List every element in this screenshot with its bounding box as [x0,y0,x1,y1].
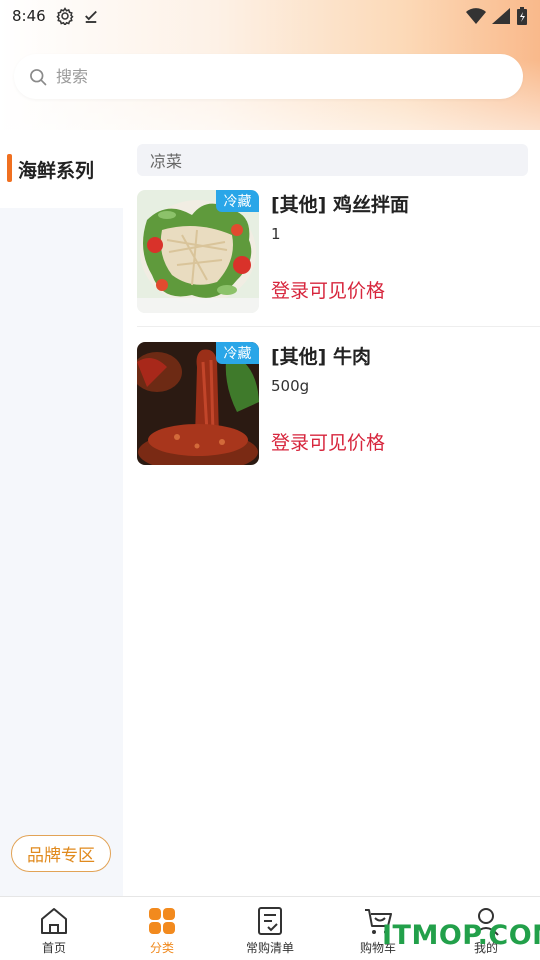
search-input[interactable] [56,67,456,86]
product-item[interactable]: 冷藏 [其他] 鸡丝拌面 1 登录可见价格 [137,190,540,313]
product-name[interactable]: [其他] 牛肉 [271,342,371,369]
storage-tag: 冷藏 [216,190,259,212]
product-spec: 500g [271,377,310,395]
status-bar: 8:46 [0,0,540,32]
category-icon [149,908,175,934]
product-image[interactable]: 冷藏 [137,342,259,465]
battery-icon [517,7,527,25]
brand-zone-button[interactable]: 品牌专区 [11,835,111,872]
download-done-icon [84,10,97,23]
signal-icon [492,8,510,24]
status-time: 8:46 [12,7,46,25]
storage-tag: 冷藏 [216,342,259,364]
nav-label: 常购清单 [245,941,294,955]
nav-label: 首页 [41,941,66,955]
nav-category[interactable]: 分类 [108,897,216,960]
sidebar-item-seafood[interactable]: 海鲜系列 [0,130,123,208]
category-sidebar: 海鲜系列 品牌专区 [0,130,123,896]
product-name[interactable]: [其他] 鸡丝拌面 [271,190,409,217]
nav-home[interactable]: 首页 [0,897,108,960]
product-image[interactable]: 冷藏 [137,190,259,313]
category-header: 凉菜 [137,144,528,176]
home-icon [41,908,67,934]
nav-frequent-list[interactable]: 常购清单 [216,897,324,960]
status-icons [466,7,528,25]
search-bar[interactable] [14,54,523,99]
wifi-icon [466,8,486,24]
active-indicator [7,154,12,182]
product-list: 凉菜 冷藏 [其他] 鸡丝拌面 1 登录可见价格 冷藏 [其他] 牛肉 500g… [123,130,540,896]
divider [137,326,540,327]
product-price[interactable]: 登录可见价格 [271,276,385,303]
settings-icon [56,7,74,25]
product-price[interactable]: 登录可见价格 [271,428,385,455]
nav-label: 分类 [149,941,174,955]
watermark: ITMOP.COM [382,920,540,951]
list-icon [258,907,282,935]
product-spec: 1 [271,225,281,243]
product-item[interactable]: 冷藏 [其他] 牛肉 500g 登录可见价格 [137,342,540,465]
search-icon [30,68,47,85]
sidebar-item-label: 海鲜系列 [18,159,95,182]
